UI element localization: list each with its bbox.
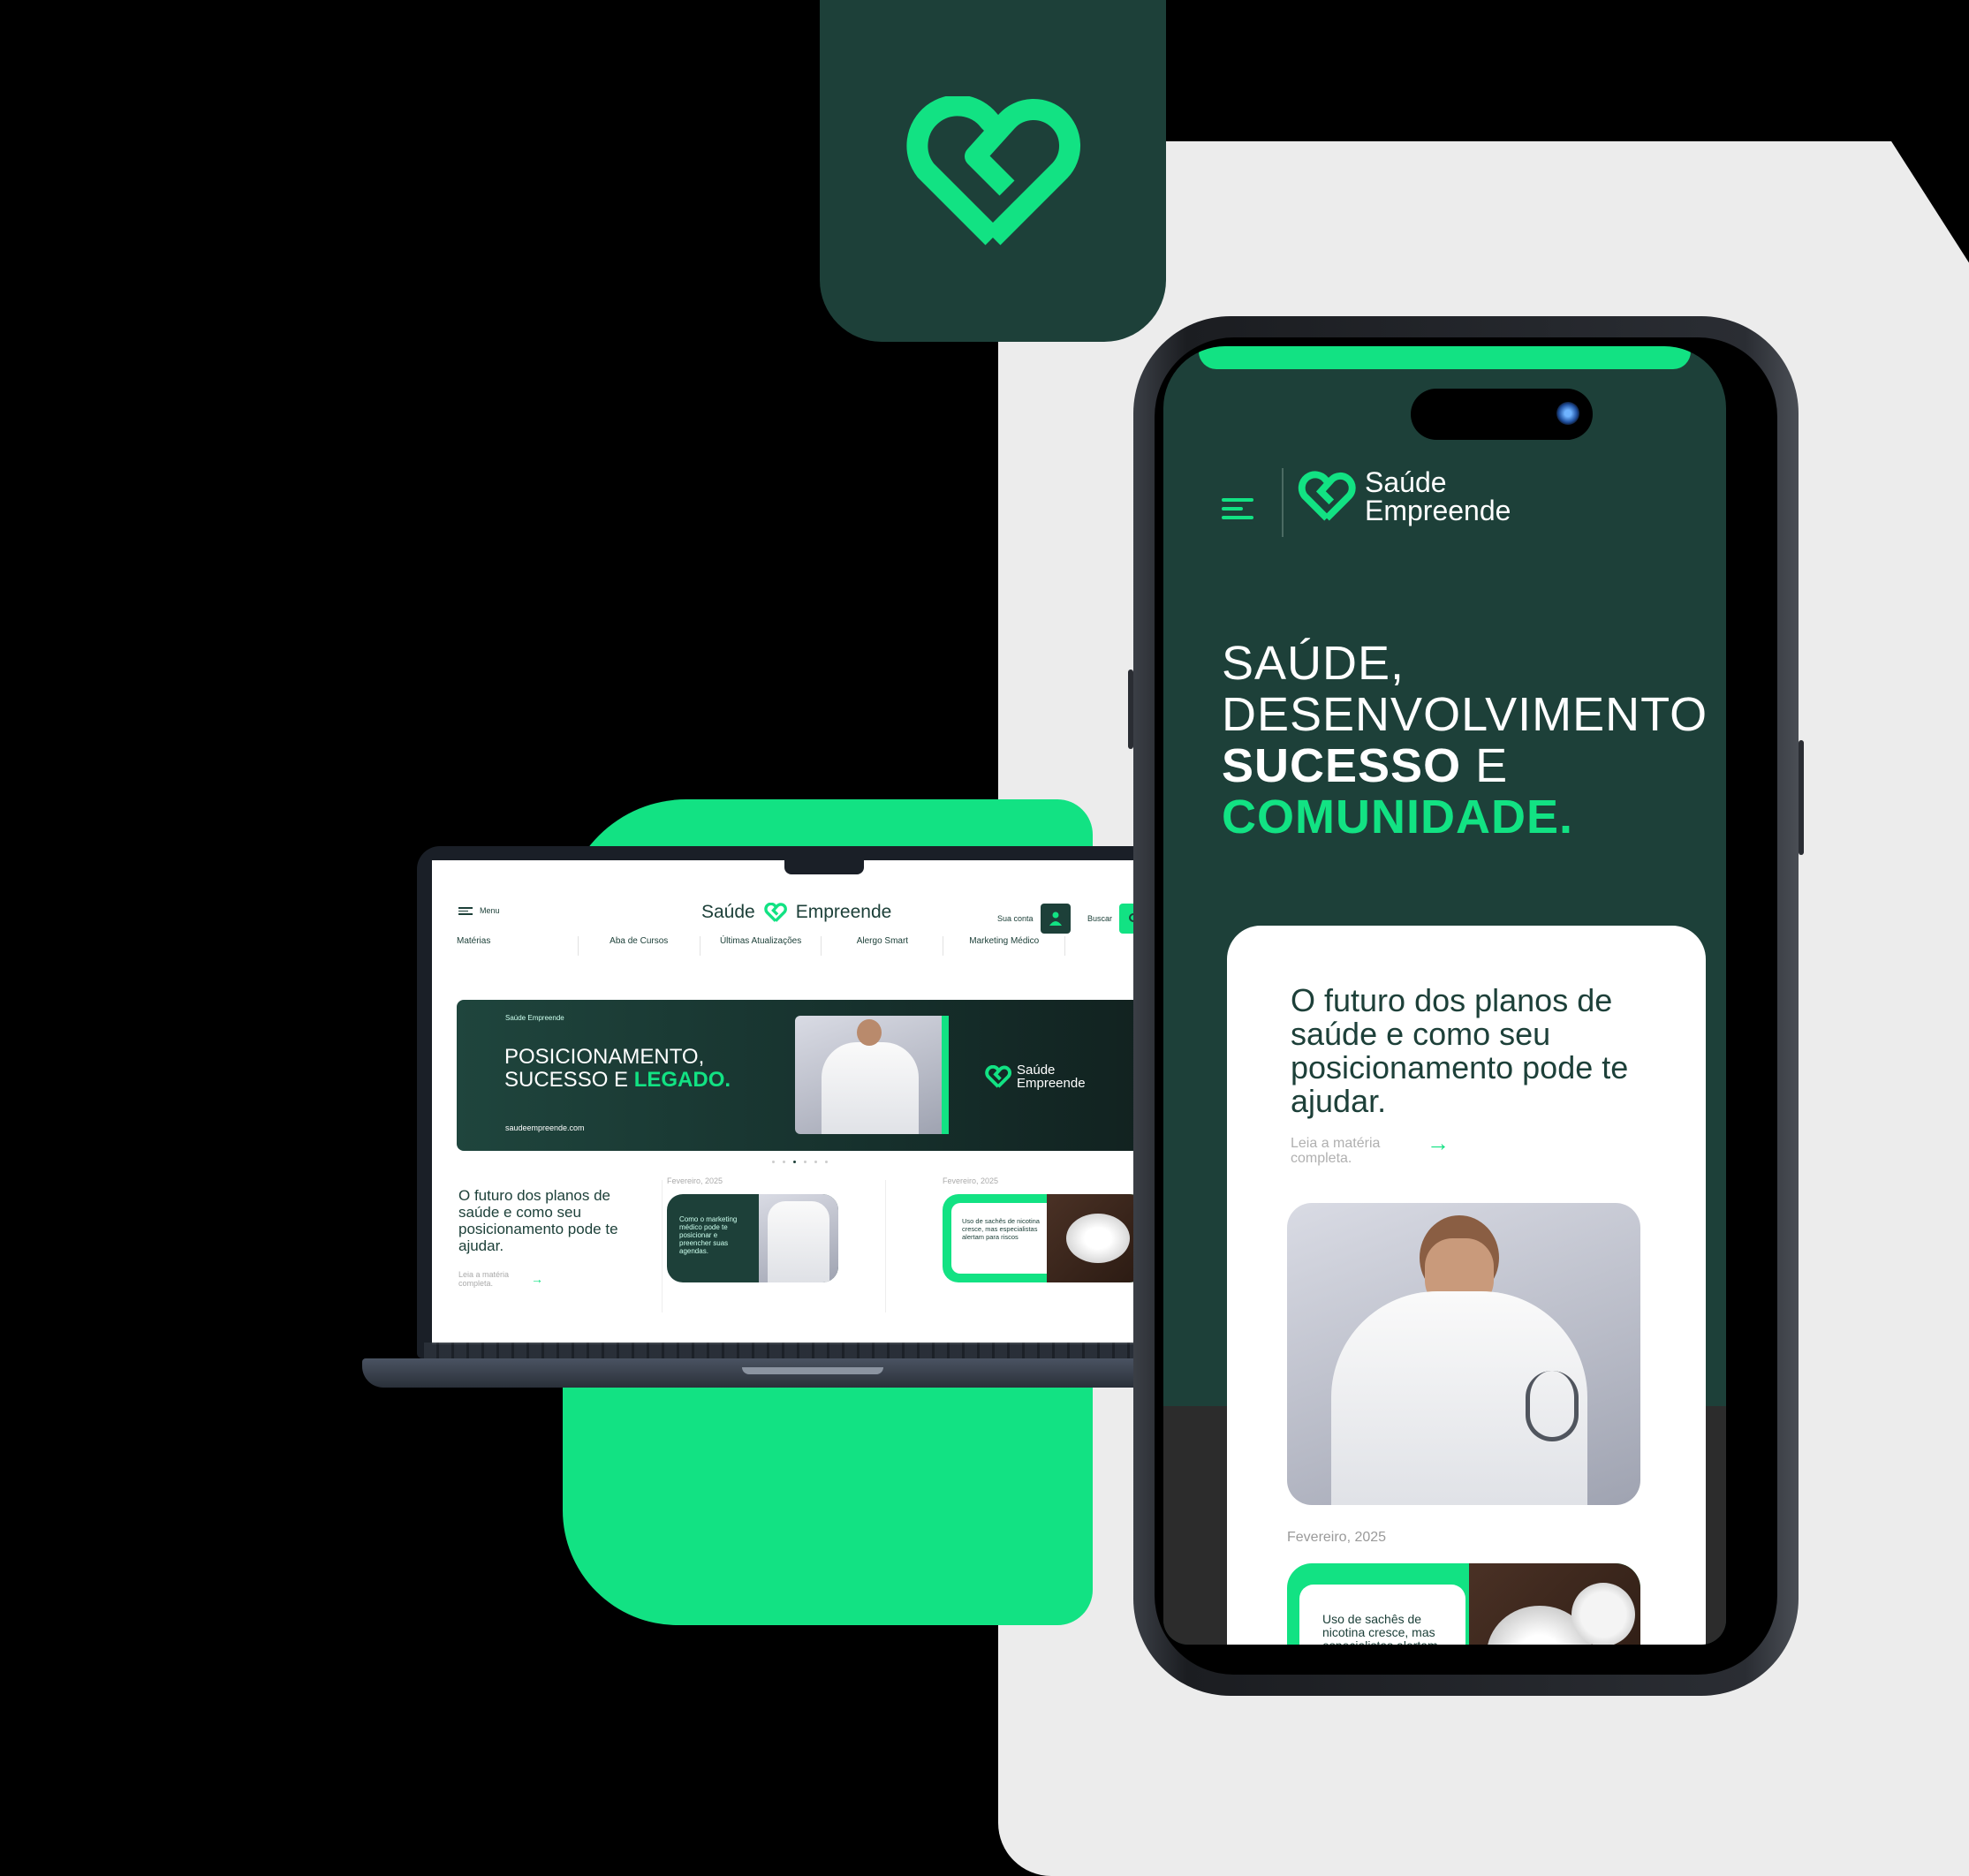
- article-card[interactable]: O futuro dos planos de saúde e como seu …: [1227, 926, 1706, 1645]
- hero-eyebrow: Saúde Empreende: [505, 1014, 564, 1022]
- card-photo: [1469, 1563, 1640, 1645]
- article-title: O futuro dos planos de saúde e como seu …: [1291, 982, 1629, 1119]
- user-icon: [1040, 904, 1071, 934]
- feature-title: O futuro dos planos de saúde e como seu …: [458, 1187, 618, 1254]
- phone-screen: Saúde Empreende SAÚDE, DESENVOLVIMENTO S…: [1163, 346, 1726, 1645]
- volume-button: [1128, 669, 1133, 749]
- phone-headline: SAÚDE, DESENVOLVIMENTO SUCESSO E COMUNID…: [1222, 638, 1708, 843]
- doctor-photo: [1287, 1203, 1640, 1505]
- feature-article[interactable]: O futuro dos planos de saúde e como seu …: [458, 1187, 653, 1288]
- logo-line1: Saúde: [1365, 466, 1447, 498]
- arrow-right-icon: →: [1427, 1130, 1450, 1156]
- hero-line1: POSICIONAMENTO,: [504, 1045, 705, 1069]
- card-text: Uso de sachês de nicotina cresce, mas es…: [1322, 1612, 1438, 1645]
- hero-line2: SUCESSO E LEGADO.: [504, 1069, 731, 1092]
- laptop-base: [362, 1358, 1259, 1388]
- nav-item-materias[interactable]: Matérias: [457, 936, 579, 956]
- hero-headline: POSICIONAMENTO, SUCESSO E LEGADO.: [504, 1046, 731, 1092]
- menu-label: Menu: [480, 906, 500, 915]
- headline-line4: COMUNIDADE.: [1222, 790, 1573, 843]
- divider: [662, 1180, 663, 1312]
- app-icon: [820, 0, 1166, 342]
- card-text: Como o marketing médico pode te posicion…: [679, 1215, 738, 1255]
- camera-lens-icon: [1556, 402, 1579, 425]
- doctor-photo: [795, 1016, 949, 1134]
- brand-heart-logo-icon: [985, 1065, 1011, 1088]
- hero-line2-highlight: LEGADO.: [633, 1068, 731, 1092]
- menu-button[interactable]: [1222, 498, 1253, 519]
- headline-line1: SAÚDE,: [1222, 637, 1405, 690]
- hero-banner[interactable]: Saúde Empreende POSICIONAMENTO, SUCESSO …: [457, 1000, 1161, 1151]
- logo-text-empreende: Empreende: [795, 902, 892, 922]
- hero-logo-line1: Saúde: [1017, 1063, 1056, 1078]
- brand-heart-logo-icon: [1298, 471, 1356, 521]
- hero-logo-line2: Empreende: [1017, 1076, 1086, 1091]
- laptop-mockup: Menu Saúde Empreende Sua conta Buscar Ma…: [417, 846, 1201, 1358]
- menu-button[interactable]: Menu: [458, 906, 500, 915]
- main-nav: Matérias Aba de Cursos Últimas Atualizaç…: [457, 936, 1186, 956]
- brand-heart-logo-icon: [906, 95, 1081, 245]
- account-label: Sua conta: [997, 914, 1034, 923]
- headline-line2: DESENVOLVIMENTO: [1222, 688, 1708, 741]
- hero-line2-text: SUCESSO E: [504, 1068, 634, 1092]
- divider: [885, 1180, 886, 1312]
- carousel-dots[interactable]: [772, 1161, 828, 1163]
- brand-heart-logo-icon: [763, 903, 787, 922]
- hamburger-icon: [458, 906, 473, 915]
- headline-line3: SUCESSO E: [1222, 740, 1708, 791]
- header-divider: [1282, 468, 1284, 537]
- hamburger-icon: [1222, 498, 1253, 519]
- article-read-more[interactable]: Leia a matéria completa.: [1291, 1136, 1400, 1166]
- feature-read-more[interactable]: Leia a matéria completa.: [458, 1270, 520, 1288]
- article-card-2[interactable]: Fevereiro, 2025 Uso de sachês de nicotin…: [943, 1176, 1146, 1282]
- logo-line2: Empreende: [1365, 495, 1511, 526]
- laptop-screen: Menu Saúde Empreende Sua conta Buscar Ma…: [432, 860, 1186, 1344]
- power-button: [1799, 740, 1804, 855]
- site-header: Menu Saúde Empreende Sua conta Buscar: [432, 860, 1186, 934]
- hero-logo: Saúde Empreende: [985, 1063, 1086, 1090]
- hero-url: saudeempreende.com: [505, 1123, 585, 1132]
- article-card-2[interactable]: Uso de sachês de nicotina cresce, mas es…: [1287, 1563, 1640, 1645]
- card-photo: [759, 1194, 838, 1282]
- logo-text-saude: Saúde: [701, 902, 755, 922]
- account-button[interactable]: Sua conta: [997, 904, 1071, 934]
- phone-top-accent: [1199, 346, 1691, 369]
- site-logo[interactable]: Saúde Empreende: [701, 902, 891, 923]
- dynamic-island: [1411, 389, 1593, 440]
- card-photo: [1047, 1194, 1146, 1282]
- article-card-1[interactable]: Fevereiro, 2025 Como o marketing médico …: [667, 1176, 867, 1282]
- phone-mockup: Saúde Empreende SAÚDE, DESENVOLVIMENTO S…: [1128, 316, 1804, 1696]
- card-date: Fevereiro, 2025: [667, 1176, 723, 1185]
- nav-item-marketing-medico[interactable]: Marketing Médico: [943, 936, 1066, 956]
- nav-item-atualizacoes[interactable]: Últimas Atualizações: [701, 936, 822, 956]
- nav-item-cursos[interactable]: Aba de Cursos: [579, 936, 701, 956]
- card-date: Fevereiro, 2025: [943, 1176, 999, 1185]
- search-label: Buscar: [1087, 914, 1113, 923]
- phone-site-logo[interactable]: Saúde Empreende: [1298, 468, 1511, 525]
- headline-connector: E: [1461, 739, 1509, 792]
- headline-bold: SUCESSO: [1222, 739, 1462, 792]
- nav-item-alergo-smart[interactable]: Alergo Smart: [822, 936, 944, 956]
- article-date: Fevereiro, 2025: [1287, 1530, 1387, 1545]
- arrow-right-icon: →: [531, 1272, 543, 1286]
- card-text: Uso de sachês de nicotina cresce, mas es…: [962, 1217, 1040, 1241]
